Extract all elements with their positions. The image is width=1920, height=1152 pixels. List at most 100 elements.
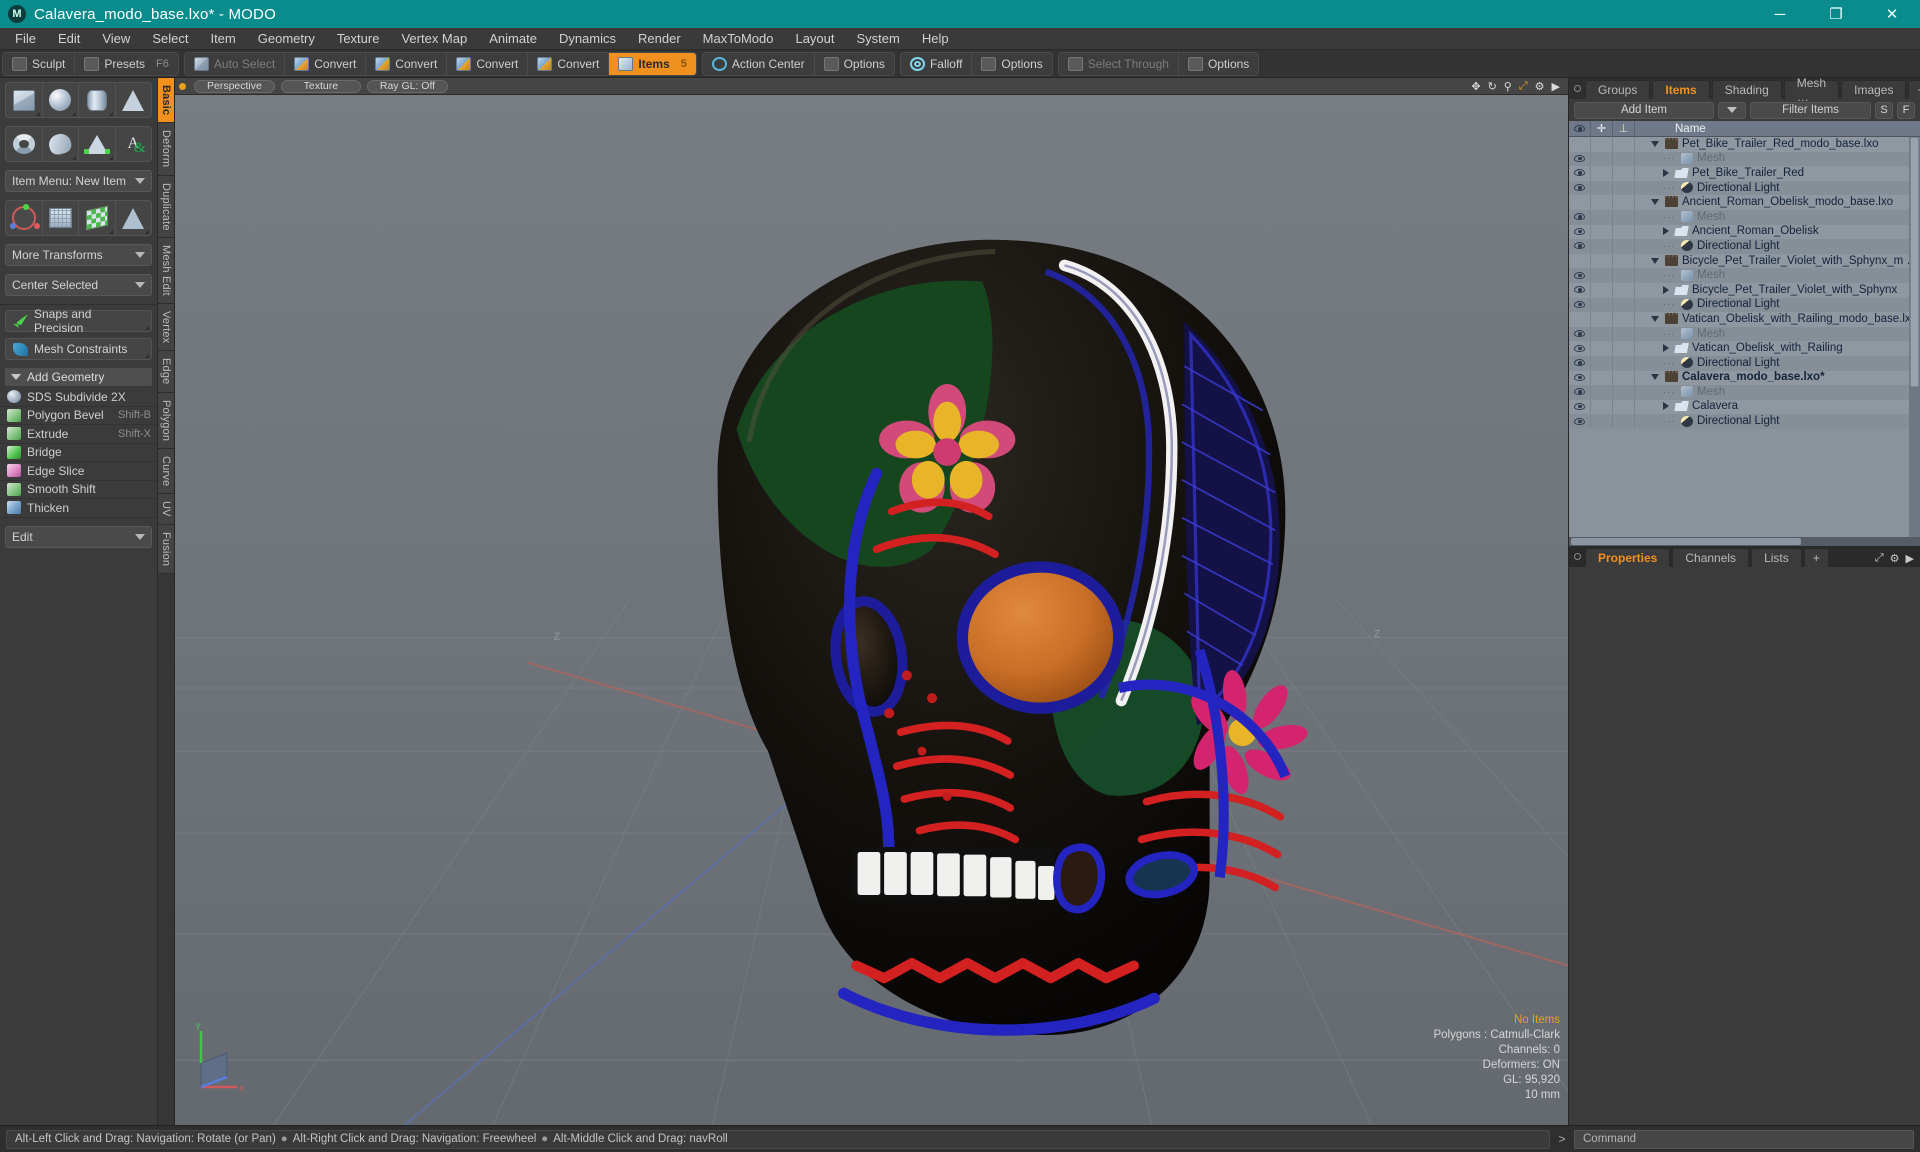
- options-button[interactable]: Options: [1177, 52, 1258, 75]
- item-row[interactable]: Ancient_Roman_Obelisk: [1569, 224, 1920, 240]
- tab--[interactable]: +: [1803, 548, 1829, 567]
- tab-channels[interactable]: Channels: [1672, 548, 1750, 567]
- viewport-projection-button[interactable]: Perspective: [194, 79, 275, 93]
- chevron-right-icon[interactable]: ▶: [1906, 552, 1914, 565]
- lock-toggle[interactable]: [1591, 224, 1613, 239]
- convert-button[interactable]: Convert: [284, 52, 365, 75]
- lock-toggle[interactable]: [1591, 399, 1613, 414]
- item-row[interactable]: ··· Mesh: [1569, 209, 1920, 225]
- visibility-toggle[interactable]: [1569, 385, 1591, 399]
- convert-button[interactable]: Convert: [365, 52, 446, 75]
- visibility-column-header[interactable]: [1569, 120, 1591, 137]
- smooth-shift-tool[interactable]: Smooth Shift: [0, 481, 157, 499]
- tab-images[interactable]: Images: [1841, 80, 1907, 99]
- lock-toggle[interactable]: [1591, 195, 1613, 209]
- panel-menu-icon[interactable]: [1574, 85, 1581, 92]
- visibility-toggle[interactable]: [1569, 195, 1591, 209]
- expander-down-icon[interactable]: [1651, 315, 1659, 322]
- item-list-vertical-scrollbar[interactable]: [1909, 137, 1920, 537]
- item-row[interactable]: Pet_Bike_Trailer_Red: [1569, 166, 1920, 181]
- item-row[interactable]: Calavera_modo_base.lxo*: [1569, 370, 1920, 386]
- lock-toggle[interactable]: [1591, 414, 1613, 428]
- auto-select-button[interactable]: Auto Select: [185, 53, 284, 75]
- bridge-tool[interactable]: Bridge: [0, 444, 157, 462]
- filter-s-button[interactable]: S: [1875, 101, 1893, 119]
- lock-toggle[interactable]: [1591, 355, 1613, 370]
- viewport-3d[interactable]: Perspective Texture Ray GL: Off ✥ ↻ ⚲ ⤢ …: [175, 78, 1568, 1125]
- transform-button[interactable]: [6, 201, 43, 235]
- item-menu-dropdown[interactable]: Item Menu: New Item: [5, 170, 152, 192]
- menu-item-render[interactable]: Render: [627, 29, 692, 48]
- item-row[interactable]: ··· Mesh: [1569, 326, 1920, 342]
- vertical-tab-basic[interactable]: Basic: [158, 78, 174, 124]
- move-icon[interactable]: ✥: [1471, 80, 1480, 93]
- menu-item-select[interactable]: Select: [141, 29, 199, 48]
- visibility-toggle[interactable]: [1569, 370, 1591, 385]
- expander-right-icon[interactable]: [1663, 285, 1669, 294]
- tab--[interactable]: +: [1908, 80, 1920, 99]
- polygon-bevel-tool[interactable]: Polygon Bevel Shift-B: [0, 407, 157, 425]
- axis-toggle[interactable]: [1613, 224, 1635, 239]
- items-button[interactable]: Items 5: [608, 52, 696, 75]
- cone-primitive-button[interactable]: [116, 83, 152, 117]
- add-item-dropdown[interactable]: [1718, 101, 1746, 119]
- item-row[interactable]: Ancient_Roman_Obelisk_modo_base.lxo: [1569, 195, 1920, 210]
- visibility-toggle[interactable]: [1569, 326, 1591, 341]
- menu-item-help[interactable]: Help: [911, 29, 960, 48]
- tab-items[interactable]: Items: [1652, 80, 1710, 99]
- menu-item-animate[interactable]: Animate: [478, 29, 548, 48]
- menu-item-layout[interactable]: Layout: [784, 29, 845, 48]
- menu-item-maxtomodo[interactable]: MaxToModo: [692, 29, 785, 48]
- snaps-and-precision-button[interactable]: Snaps and Precision: [5, 307, 152, 335]
- sculpt-button[interactable]: Sculpt: [3, 53, 74, 75]
- menu-item-vertex-map[interactable]: Vertex Map: [390, 29, 478, 48]
- select-through-button[interactable]: Select Through: [1059, 53, 1178, 75]
- presets-button[interactable]: Presets F6: [74, 52, 178, 75]
- lock-toggle[interactable]: [1591, 137, 1613, 151]
- vertical-tab-polygon[interactable]: Polygon: [158, 392, 174, 450]
- shear-button[interactable]: [79, 201, 116, 235]
- vertical-tab-uv[interactable]: UV: [158, 494, 174, 526]
- axis-toggle[interactable]: [1613, 195, 1635, 209]
- taper-button[interactable]: [116, 201, 152, 235]
- axis-toggle[interactable]: [1613, 180, 1635, 195]
- menu-item-geometry[interactable]: Geometry: [247, 29, 326, 48]
- item-row[interactable]: ··· Mesh: [1569, 151, 1920, 167]
- lock-toggle[interactable]: [1591, 180, 1613, 195]
- viewport-shading-button[interactable]: Texture: [280, 79, 361, 93]
- viewport-canvas[interactable]: z z No Items Polygons: Catmull-Clark Ch…: [175, 95, 1568, 1125]
- vertical-tab-duplicate[interactable]: Duplicate: [158, 175, 174, 239]
- item-row[interactable]: Bicycle_Pet_Trailer_Violet_with_Sphynx: [1569, 282, 1920, 298]
- options-button[interactable]: Options: [813, 52, 894, 75]
- menu-item-dynamics[interactable]: Dynamics: [548, 29, 627, 48]
- vertical-tab-vertex[interactable]: Vertex: [158, 304, 174, 352]
- extrude-tool[interactable]: Extrude Shift-X: [0, 425, 157, 444]
- lock-toggle[interactable]: [1591, 282, 1613, 297]
- cube-primitive-button[interactable]: [6, 83, 43, 117]
- item-row[interactable]: ··· Directional Light: [1569, 180, 1920, 196]
- mesh-constraints-button[interactable]: Mesh Constraints: [5, 338, 152, 360]
- edit-dropdown[interactable]: Edit: [5, 525, 152, 548]
- bend-button[interactable]: [43, 201, 79, 235]
- menu-item-edit[interactable]: Edit: [47, 29, 91, 48]
- visibility-toggle[interactable]: [1569, 341, 1591, 355]
- menu-item-texture[interactable]: Texture: [326, 29, 391, 48]
- item-row[interactable]: ··· Directional Light: [1569, 239, 1920, 254]
- axis-toggle[interactable]: [1613, 239, 1635, 253]
- visibility-toggle[interactable]: [1569, 151, 1591, 166]
- menu-item-item[interactable]: Item: [199, 29, 246, 48]
- item-row[interactable]: Calavera: [1569, 399, 1920, 415]
- text-primitive-button[interactable]: A &: [116, 127, 152, 161]
- axis-toggle[interactable]: [1613, 297, 1635, 312]
- torus-primitive-button[interactable]: [6, 127, 43, 161]
- axis-toggle[interactable]: [1613, 209, 1635, 224]
- visibility-toggle[interactable]: [1569, 399, 1591, 414]
- axis-toggle[interactable]: [1613, 341, 1635, 355]
- item-row[interactable]: Vatican_Obelisk_with_Railing: [1569, 341, 1920, 356]
- lock-toggle[interactable]: [1591, 297, 1613, 312]
- polygon-primitive-button[interactable]: [79, 127, 116, 161]
- item-row[interactable]: ··· Mesh: [1569, 385, 1920, 400]
- lock-toggle[interactable]: [1591, 370, 1613, 385]
- vertical-tab-fusion[interactable]: Fusion: [158, 525, 174, 575]
- axis-toggle[interactable]: [1613, 253, 1635, 268]
